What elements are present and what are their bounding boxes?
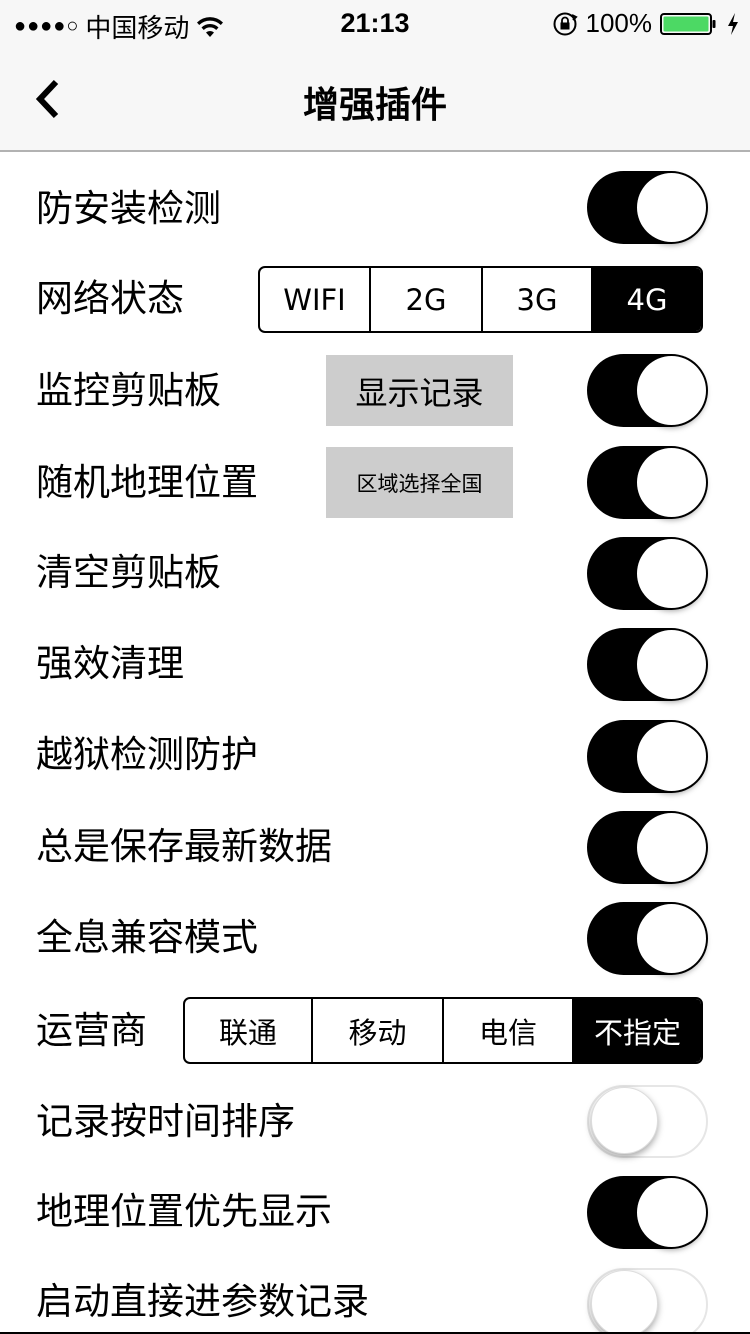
launch-to-records-toggle[interactable]	[587, 1268, 708, 1334]
row-label: 随机地理位置	[36, 461, 258, 504]
toggle-knob	[637, 630, 706, 699]
row-jailbreak-protect: 越狱检测防护	[0, 712, 750, 804]
toggle-knob	[637, 356, 706, 425]
carrier-option-mobile[interactable]: 移动	[311, 999, 442, 1062]
row-label: 越狱检测防护	[36, 733, 258, 776]
network-option-wifi[interactable]: WIFI	[260, 268, 369, 331]
row-label: 网络状态	[36, 277, 184, 320]
clear-clipboard-toggle[interactable]	[587, 537, 708, 610]
network-segmented-control: WIFI 2G 3G 4G	[258, 266, 703, 333]
row-label: 清空剪贴板	[36, 551, 221, 594]
row-label: 监控剪贴板	[36, 369, 221, 412]
network-option-2g[interactable]: 2G	[369, 268, 481, 331]
network-option-4g[interactable]: 4G	[591, 268, 701, 331]
toggle-knob	[637, 1178, 706, 1247]
row-label: 地理位置优先显示	[36, 1190, 332, 1233]
jailbreak-protect-toggle[interactable]	[587, 720, 708, 793]
strong-clean-toggle[interactable]	[587, 628, 708, 701]
row-anti-install-detect: 防安装检测	[0, 162, 750, 254]
network-option-3g[interactable]: 3G	[481, 268, 591, 331]
battery-icon	[660, 12, 716, 35]
toggle-knob	[637, 904, 706, 973]
monitor-clipboard-toggle[interactable]	[587, 354, 708, 427]
random-location-toggle[interactable]	[587, 446, 708, 519]
status-right: 100%	[552, 8, 741, 39]
row-launch-to-records: 启动直接进参数记录	[0, 1260, 750, 1334]
carrier-option-unspecified[interactable]: 不指定	[572, 999, 701, 1062]
row-network-status: 网络状态 WIFI 2G 3G 4G	[0, 254, 750, 346]
charging-icon	[728, 12, 738, 35]
row-label: 总是保存最新数据	[36, 825, 332, 868]
rotation-lock-icon	[553, 12, 578, 35]
row-strong-clean: 强效清理	[0, 621, 750, 713]
show-records-button[interactable]: 显示记录	[326, 355, 513, 426]
row-label: 全息兼容模式	[36, 916, 258, 959]
row-always-save-latest: 总是保存最新数据	[0, 803, 750, 895]
location-priority-toggle[interactable]	[587, 1176, 708, 1249]
row-carrier-select: 运营商 联通 移动 电信 不指定	[0, 986, 750, 1078]
toggle-knob	[591, 1087, 658, 1154]
page-title: 增强插件	[302, 85, 447, 126]
row-label: 启动直接进参数记录	[36, 1280, 369, 1323]
row-full-compat-mode: 全息兼容模式	[0, 895, 750, 987]
toggle-knob	[591, 1270, 658, 1334]
row-random-location: 随机地理位置 区域选择全国	[0, 438, 750, 530]
always-save-latest-toggle[interactable]	[587, 811, 708, 884]
carrier-segmented-control: 联通 移动 电信 不指定	[183, 997, 703, 1064]
row-monitor-clipboard: 监控剪贴板 显示记录	[0, 346, 750, 438]
toggle-knob	[637, 539, 706, 608]
row-label: 防安装检测	[36, 187, 221, 230]
row-clear-clipboard: 清空剪贴板	[0, 530, 750, 622]
carrier-option-telecom[interactable]: 电信	[442, 999, 572, 1062]
row-label: 记录按时间排序	[36, 1100, 295, 1143]
full-compat-mode-toggle[interactable]	[587, 902, 708, 975]
carrier-option-unicom[interactable]: 联通	[185, 999, 311, 1062]
region-select-button[interactable]: 区域选择全国	[326, 447, 513, 518]
toggle-knob	[637, 722, 706, 791]
status-bar: ●●●●○ 中国移动 21:13 100%	[0, 0, 750, 48]
toggle-knob	[637, 813, 706, 882]
row-label: 运营商	[36, 1009, 147, 1052]
anti-install-detect-toggle[interactable]	[587, 171, 708, 244]
row-label: 强效清理	[36, 642, 184, 685]
battery-percent: 100%	[585, 8, 653, 38]
row-sort-records-by-time: 记录按时间排序	[0, 1077, 750, 1169]
nav-bar: 增强插件	[0, 48, 750, 152]
row-location-priority: 地理位置优先显示	[0, 1168, 750, 1260]
sort-records-by-time-toggle[interactable]	[587, 1085, 708, 1158]
toggle-knob	[637, 173, 706, 242]
toggle-knob	[637, 448, 706, 517]
